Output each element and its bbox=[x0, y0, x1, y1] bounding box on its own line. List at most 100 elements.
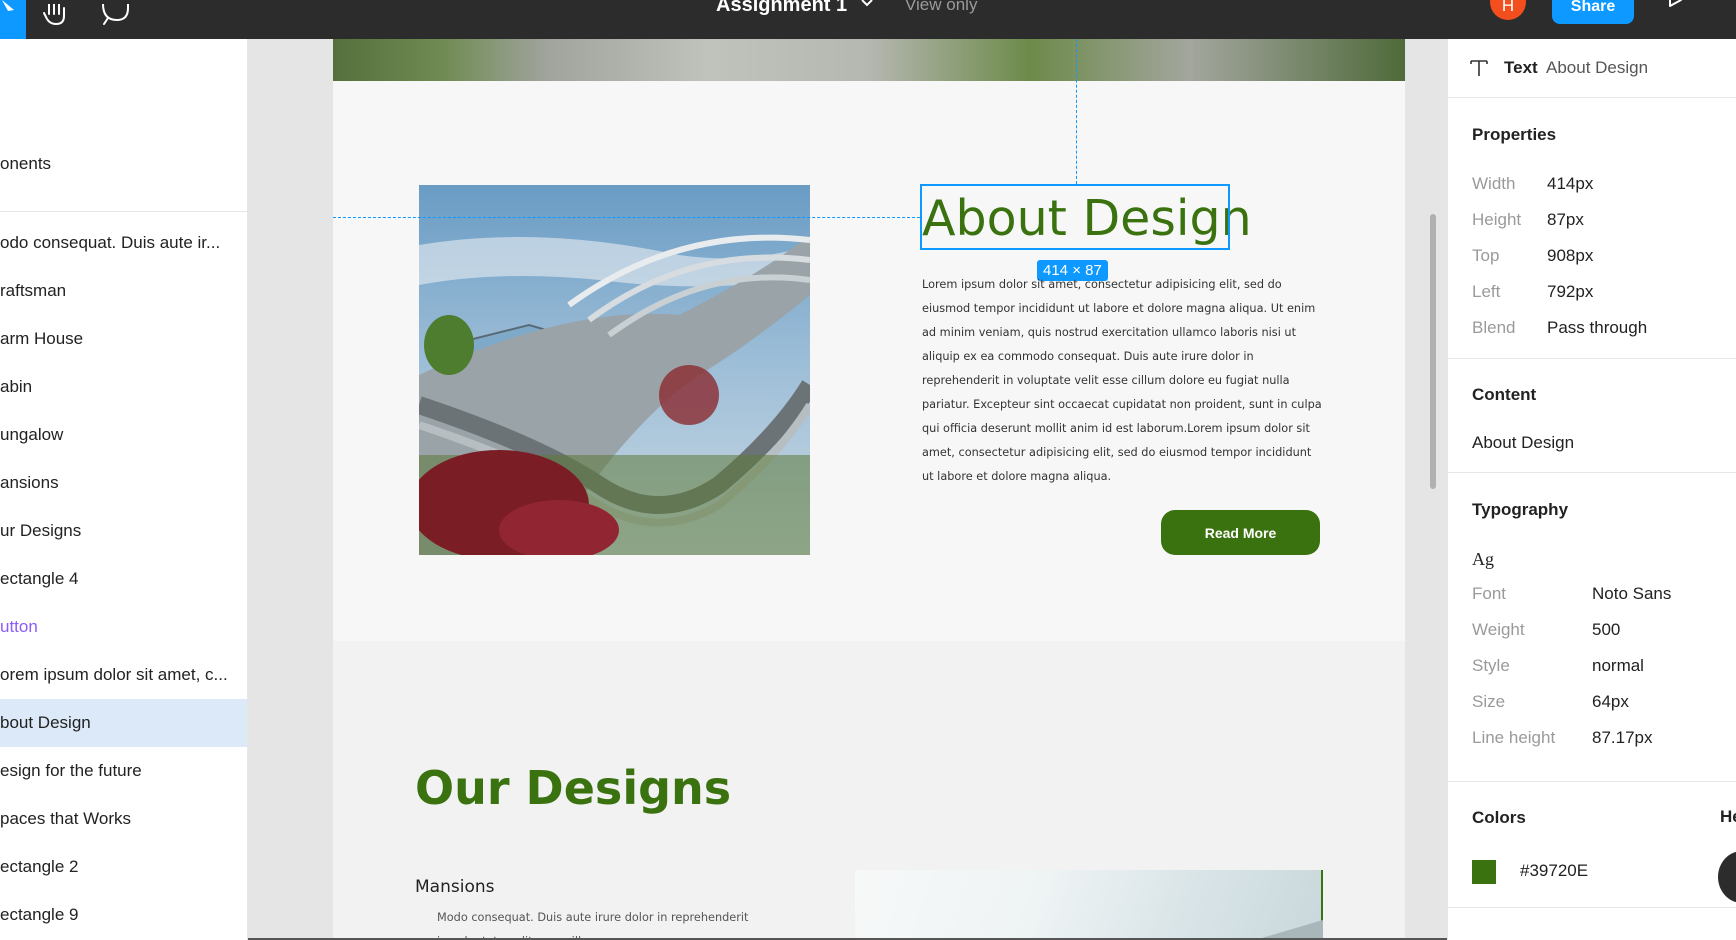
prop-top-value: 908px bbox=[1547, 246, 1594, 265]
help-button[interactable] bbox=[1718, 851, 1736, 903]
measurement-guide-horizontal bbox=[333, 217, 920, 218]
layer-label: ectangle 2 bbox=[0, 857, 79, 876]
typo-line-height-label: Line height bbox=[1472, 728, 1556, 747]
layer-label: raftsman bbox=[0, 281, 67, 300]
prop-width-value: 414px bbox=[1547, 174, 1594, 193]
properties-panel: Text About Design Properties Width 414px… bbox=[1447, 39, 1736, 940]
prop-blend-value: Pass through bbox=[1547, 318, 1648, 337]
layer-label: ungalow bbox=[0, 425, 64, 444]
layer-label: paces that Works bbox=[0, 809, 132, 828]
typo-weight-label: Weight bbox=[1472, 620, 1525, 639]
page-frame[interactable]: About Design 414 × 87 Lorem ipsum dolor … bbox=[333, 39, 1405, 940]
about-image[interactable] bbox=[419, 185, 810, 555]
typo-font-label: Font bbox=[1472, 584, 1507, 603]
prop-width-label: Width bbox=[1472, 174, 1516, 193]
layer-item[interactable]: esign for the future bbox=[0, 747, 247, 795]
typo-line-height-value: 87.17px bbox=[1592, 728, 1653, 747]
comment-icon bbox=[102, 4, 129, 25]
node-name-label: About Design bbox=[1546, 58, 1649, 77]
layer-label: bout Design bbox=[0, 713, 91, 732]
hand-tool-button[interactable] bbox=[42, 0, 72, 30]
typo-size-label: Size bbox=[1472, 692, 1506, 711]
top-toolbar: Assignment 1 View only H Share bbox=[0, 0, 1736, 39]
prop-left-label: Left bbox=[1472, 282, 1501, 301]
layer-label: orem ipsum dolor sit amet, c... bbox=[0, 665, 228, 684]
design-canvas[interactable]: About Design 414 × 87 Lorem ipsum dolor … bbox=[248, 39, 1447, 940]
content-section-title: Content bbox=[1472, 385, 1537, 404]
read-more-button[interactable]: Read More bbox=[1161, 510, 1320, 555]
layers-panel: onents odo consequat. Duis aute ir... ra… bbox=[0, 39, 248, 940]
prop-height-label: Height bbox=[1472, 210, 1522, 229]
prop-blend-label: Blend bbox=[1472, 318, 1516, 337]
canvas-scrollbar[interactable] bbox=[1430, 214, 1436, 489]
typography-section-title: Typography bbox=[1472, 500, 1569, 519]
color-hex-value[interactable]: #39720E bbox=[1520, 861, 1588, 881]
layer-item[interactable]: abin bbox=[0, 363, 247, 411]
cursor-icon bbox=[2, 0, 14, 11]
measurement-guide-vertical bbox=[1076, 39, 1077, 184]
layer-item[interactable]: ectangle 4 bbox=[0, 555, 247, 603]
hand-icon bbox=[43, 4, 65, 26]
props-divider bbox=[1448, 907, 1736, 908]
selection-box[interactable] bbox=[920, 184, 1230, 250]
props-divider bbox=[1448, 472, 1736, 473]
avatar[interactable]: H bbox=[1490, 0, 1526, 20]
typo-font-value: Noto Sans bbox=[1592, 584, 1672, 603]
layer-item[interactable]: paces that Works bbox=[0, 795, 247, 843]
layer-label: esign for the future bbox=[0, 761, 142, 780]
layer-item[interactable]: raftsman bbox=[0, 267, 247, 315]
layer-item[interactable]: ectangle 9 bbox=[0, 891, 247, 939]
play-icon[interactable] bbox=[1667, 0, 1687, 14]
layer-item-selected[interactable]: bout Design bbox=[0, 699, 247, 747]
move-tool-button[interactable] bbox=[0, 0, 26, 39]
prop-left-value: 792px bbox=[1547, 282, 1594, 301]
share-button[interactable]: Share bbox=[1552, 0, 1634, 24]
typo-size-value: 64px bbox=[1592, 692, 1629, 711]
typography-sample: Ag bbox=[1472, 549, 1494, 569]
layer-label: ansions bbox=[0, 473, 59, 492]
layer-item[interactable]: arm House bbox=[0, 315, 247, 363]
mansions-heading[interactable]: Mansions bbox=[415, 877, 494, 897]
layer-label: ectangle 9 bbox=[0, 905, 79, 924]
props-divider bbox=[1448, 358, 1736, 359]
about-paragraph[interactable]: Lorem ipsum dolor sit amet, consectetur … bbox=[922, 273, 1322, 489]
node-type-label: Text bbox=[1504, 58, 1538, 77]
comment-tool-button[interactable] bbox=[100, 0, 130, 30]
file-title[interactable]: Assignment 1 bbox=[716, 0, 847, 17]
layers-divider bbox=[0, 211, 247, 212]
chevron-down-icon[interactable] bbox=[860, 0, 874, 10]
mansions-image[interactable] bbox=[855, 870, 1323, 940]
layer-label: ectangle 4 bbox=[0, 569, 79, 588]
colors-section-title: Colors bbox=[1472, 808, 1526, 827]
layer-label: utton bbox=[0, 617, 38, 636]
color-swatch[interactable] bbox=[1472, 860, 1496, 884]
layer-item[interactable]: ectangle 2 bbox=[0, 843, 247, 891]
typo-weight-value: 500 bbox=[1592, 620, 1621, 639]
layer-item[interactable]: ungalow bbox=[0, 411, 247, 459]
props-divider bbox=[1448, 97, 1736, 98]
typo-style-value: normal bbox=[1592, 656, 1644, 675]
layers-section-header[interactable]: onents bbox=[0, 154, 51, 174]
text-type-icon bbox=[1470, 60, 1488, 76]
layer-item[interactable]: odo consequat. Duis aute ir... bbox=[0, 219, 247, 267]
props-divider bbox=[1448, 781, 1736, 782]
our-designs-heading[interactable]: Our Designs bbox=[415, 761, 731, 815]
layer-item[interactable]: ansions bbox=[0, 459, 247, 507]
hero-image-strip[interactable] bbox=[333, 39, 1405, 81]
prop-top-label: Top bbox=[1472, 246, 1500, 265]
view-only-label: View only bbox=[905, 0, 978, 14]
layer-label: ur Designs bbox=[0, 521, 82, 540]
our-designs-section[interactable]: Our Designs Mansions Modo consequat. Dui… bbox=[333, 641, 1405, 940]
hex-column-label: He bbox=[1720, 807, 1736, 826]
content-value: About Design bbox=[1472, 433, 1575, 452]
mansions-image-shape bbox=[1255, 920, 1323, 940]
layer-label: arm House bbox=[0, 329, 84, 348]
layer-item[interactable]: orem ipsum dolor sit amet, c... bbox=[0, 651, 247, 699]
layer-item-component[interactable]: utton bbox=[0, 603, 247, 651]
layer-item[interactable]: ur Designs bbox=[0, 507, 247, 555]
mansions-description[interactable]: Modo consequat. Duis aute irure dolor in… bbox=[437, 906, 757, 940]
prop-height-value: 87px bbox=[1547, 210, 1584, 229]
layer-label: abin bbox=[0, 377, 33, 396]
properties-section-title: Properties bbox=[1472, 125, 1557, 144]
typo-style-label: Style bbox=[1472, 656, 1510, 675]
